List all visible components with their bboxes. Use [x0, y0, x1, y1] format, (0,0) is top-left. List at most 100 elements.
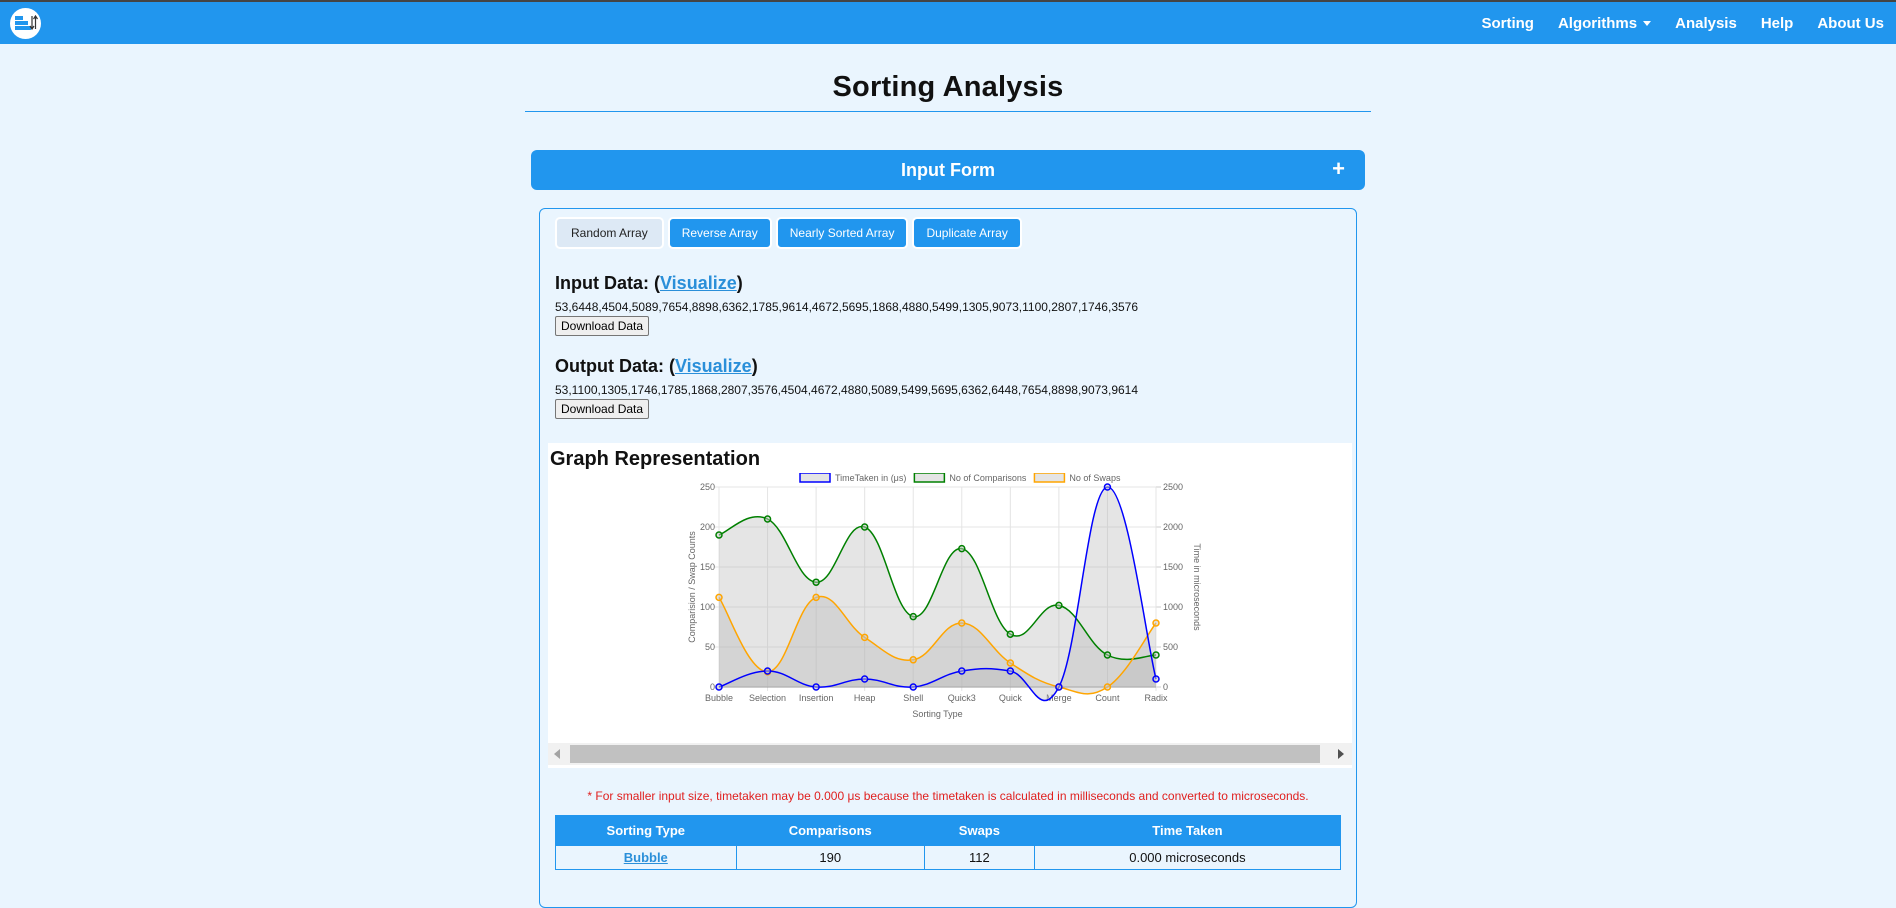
y-left-axis-title: Comparision / Swap Counts — [687, 531, 697, 643]
table-row: Bubble 190 112 0.000 microseconds — [555, 845, 1342, 870]
results-table: Sorting Type Comparisons Swaps Time Take… — [555, 815, 1342, 870]
data-point — [860, 675, 869, 683]
data-point — [812, 578, 820, 586]
data-point — [1006, 659, 1015, 667]
graph-section: Graph Representation 0 50 100 150 200 250 0 500… — [548, 443, 1352, 768]
x-tick-label: Insertion — [799, 693, 834, 703]
legend-swatch — [1033, 473, 1066, 483]
random-array-button[interactable]: Random Array — [555, 217, 664, 249]
y-right-tick-label: 1500 — [1163, 562, 1183, 572]
nav-help[interactable]: Help — [1749, 15, 1806, 32]
data-point — [763, 515, 772, 523]
data-point — [1152, 651, 1160, 659]
y-left-tick-label: 0 — [710, 682, 715, 692]
plus-icon[interactable]: + — [1332, 158, 1345, 180]
data-point — [715, 531, 723, 539]
page-title: Sorting Analysis — [525, 71, 1371, 112]
data-point — [1152, 619, 1160, 627]
data-point — [909, 612, 917, 621]
data-point — [860, 633, 869, 642]
horizontal-scrollbar[interactable] — [548, 743, 1352, 765]
data-point — [763, 667, 772, 675]
data-point — [958, 667, 966, 675]
data-point — [1103, 683, 1112, 691]
sorting-type-link[interactable]: Bubble — [624, 850, 668, 865]
nav-sorting-label: Sorting — [1481, 14, 1534, 32]
data-point — [812, 683, 820, 691]
nav-about-label: About Us — [1817, 14, 1884, 32]
y-left-tick-label: 100 — [700, 602, 715, 612]
nav-algorithms-dropdown[interactable]: Algorithms — [1546, 15, 1663, 32]
x-tick-label: Selection — [749, 693, 786, 703]
nav-algorithms-label: Algorithms — [1557, 14, 1638, 32]
input-data-values: 53,6448,4504,5089,7654,8898,6362,1785,96… — [555, 300, 1139, 314]
graph-title: Graph Representation — [550, 448, 761, 470]
logo[interactable] — [10, 7, 41, 39]
legend-label: TimeTaken in (μs) — [835, 473, 906, 483]
sort-bars-icon — [14, 14, 38, 31]
nav-links: Sorting Algorithms Analysis Help About U… — [1469, 15, 1886, 32]
y-left-tick-label: 150 — [700, 562, 715, 572]
col-swaps: Swaps — [923, 815, 1035, 846]
data-point — [1006, 630, 1015, 638]
nav-about-us[interactable]: About Us — [1805, 15, 1886, 32]
cell-sorting-type: Bubble — [555, 845, 737, 870]
navbar: Sorting Algorithms Analysis Help About U… — [0, 2, 1896, 44]
nav-sorting[interactable]: Sorting — [1469, 15, 1546, 32]
data-point — [1103, 483, 1112, 491]
legend-label: No of Swaps — [1069, 473, 1121, 483]
table-header-row: Sorting Type Comparisons Swaps Time Take… — [555, 815, 1342, 846]
output-visualize-link[interactable]: Visualize — [675, 356, 752, 376]
input-visualize-link[interactable]: Visualize — [660, 273, 737, 293]
cell-comparisons: 190 — [735, 845, 925, 870]
data-point — [715, 683, 723, 691]
x-tick-label: Radix — [1144, 693, 1168, 703]
timing-note: * For smaller input size, timetaken may … — [587, 789, 1309, 803]
legend-swatch — [799, 473, 831, 483]
y-right-tick-label: 2000 — [1163, 522, 1183, 532]
legend-label: No of Comparisons — [949, 473, 1027, 483]
nav-help-label: Help — [1760, 14, 1794, 32]
y-right-tick-label: 2500 — [1163, 482, 1183, 492]
array-type-buttons: Random Array Reverse Array Nearly Sorted… — [555, 217, 1341, 249]
output-data-label: Output Data: — [555, 356, 664, 376]
cell-time-taken: 0.000 microseconds — [1033, 845, 1342, 870]
output-data-heading: Output Data: (Visualize) — [555, 356, 758, 376]
data-point — [909, 656, 917, 664]
input-data-heading: Input Data: (Visualize) — [555, 273, 743, 293]
input-data-label: Input Data: — [555, 273, 649, 293]
x-tick-label: Heap — [854, 693, 876, 703]
data-point — [909, 683, 917, 691]
legend-swatch — [913, 473, 946, 483]
data-point — [1103, 651, 1112, 659]
data-point — [860, 523, 869, 531]
col-time-taken: Time Taken — [1033, 815, 1342, 846]
y-right-tick-label: 500 — [1163, 642, 1178, 652]
data-point — [1006, 667, 1015, 675]
y-left-tick-label: 250 — [700, 482, 715, 492]
main-container: Sorting Analysis Input Form + Random Arr… — [525, 71, 1371, 908]
nearly-sorted-array-button[interactable]: Nearly Sorted Array — [775, 217, 909, 249]
reverse-array-button[interactable]: Reverse Array — [667, 217, 772, 249]
caret-down-icon — [1643, 20, 1652, 26]
scroll-right-icon[interactable] — [1338, 749, 1344, 759]
nav-analysis-label: Analysis — [1675, 14, 1737, 32]
duplicate-array-button[interactable]: Duplicate Array — [912, 217, 1022, 249]
x-tick-label: Count — [1095, 693, 1120, 703]
input-download-button[interactable]: Download Data — [555, 316, 650, 336]
output-download-button[interactable]: Download Data — [555, 399, 650, 419]
y-right-tick-label: 1000 — [1163, 602, 1183, 612]
data-point — [1152, 675, 1160, 683]
data-point — [812, 593, 820, 602]
col-sorting-type: Sorting Type — [555, 815, 737, 846]
nav-analysis[interactable]: Analysis — [1663, 15, 1749, 32]
col-comparisons: Comparisons — [735, 815, 925, 846]
y-right-axis-title: Time in microseconds — [1192, 543, 1202, 631]
chart: 05010015020025005001000150020002500Bubbl… — [687, 473, 1202, 719]
scroll-left-icon[interactable] — [554, 749, 560, 759]
scrollbar-thumb[interactable] — [570, 745, 1320, 763]
x-axis-title: Sorting Type — [912, 709, 962, 719]
y-left-tick-label: 200 — [700, 522, 715, 532]
y-right-tick-label: 0 — [1163, 682, 1168, 692]
input-form-toggle[interactable]: Input Form + — [531, 150, 1365, 190]
